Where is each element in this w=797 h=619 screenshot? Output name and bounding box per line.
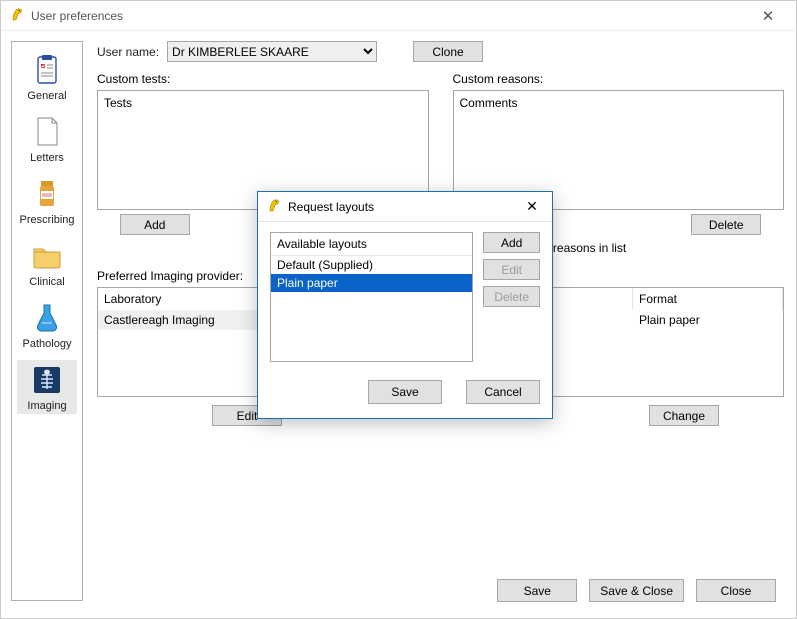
app-icon [9,6,25,25]
layouts-header: Available layouts [271,233,472,256]
request-layouts-dialog: Request layouts ✕ Available layouts Defa… [257,191,553,419]
list-item[interactable]: Comments [460,95,778,111]
sidebar-item-prescribing[interactable]: Prescribing [17,174,77,228]
user-name-select[interactable]: Dr KIMBERLEE SKAARE [167,41,377,62]
save-close-button[interactable]: Save & Close [589,579,684,602]
clone-button[interactable]: Clone [413,41,483,62]
dialog-add-button[interactable]: Add [483,232,540,253]
sidebar-item-general[interactable]: General [17,50,77,104]
custom-tests-label: Custom tests: [97,72,429,86]
xray-icon [27,362,67,398]
sidebar-item-pathology[interactable]: Pathology [17,298,77,352]
reasons-delete-button[interactable]: Delete [691,214,761,235]
footer-buttons: Save Save & Close Close [497,579,776,602]
dialog-cancel-button[interactable]: Cancel [466,380,540,404]
sidebar-item-clinical[interactable]: Clinical [17,236,77,290]
dialog-title: Request layouts [288,200,520,214]
layout-option[interactable]: Default (Supplied) [271,256,472,274]
save-button[interactable]: Save [497,579,577,602]
category-sidebar: General Letters Prescribing Clinical [11,41,83,601]
dialog-edit-button: Edit [483,259,540,280]
user-preferences-window: User preferences ✕ General Letters [0,0,797,619]
dialog-app-icon [266,197,282,216]
pill-bottle-icon [27,176,67,212]
folder-icon [27,238,67,274]
titlebar: User preferences ✕ [1,1,796,31]
custom-reasons-label: Custom reasons: [453,72,785,86]
sidebar-item-letters[interactable]: Letters [17,112,77,166]
window-close-button[interactable]: ✕ [748,7,788,25]
col-format[interactable]: Format [633,288,783,310]
flask-icon [27,300,67,336]
dialog-close-button[interactable]: ✕ [520,198,544,215]
tests-add-button[interactable]: Add [120,214,190,235]
list-item[interactable]: Tests [104,95,422,111]
layout-option[interactable]: Plain paper [271,274,472,292]
sidebar-item-imaging[interactable]: Imaging [17,360,77,414]
available-layouts-list[interactable]: Available layouts Default (Supplied) Pla… [270,232,473,362]
dialog-delete-button: Delete [483,286,540,307]
close-button[interactable]: Close [696,579,776,602]
user-name-label: User name: [97,45,159,59]
page-icon [27,114,67,150]
clipboard-icon [27,52,67,88]
window-title: User preferences [31,9,748,23]
dialog-save-button[interactable]: Save [368,380,442,404]
provider-change-button[interactable]: Change [649,405,719,426]
